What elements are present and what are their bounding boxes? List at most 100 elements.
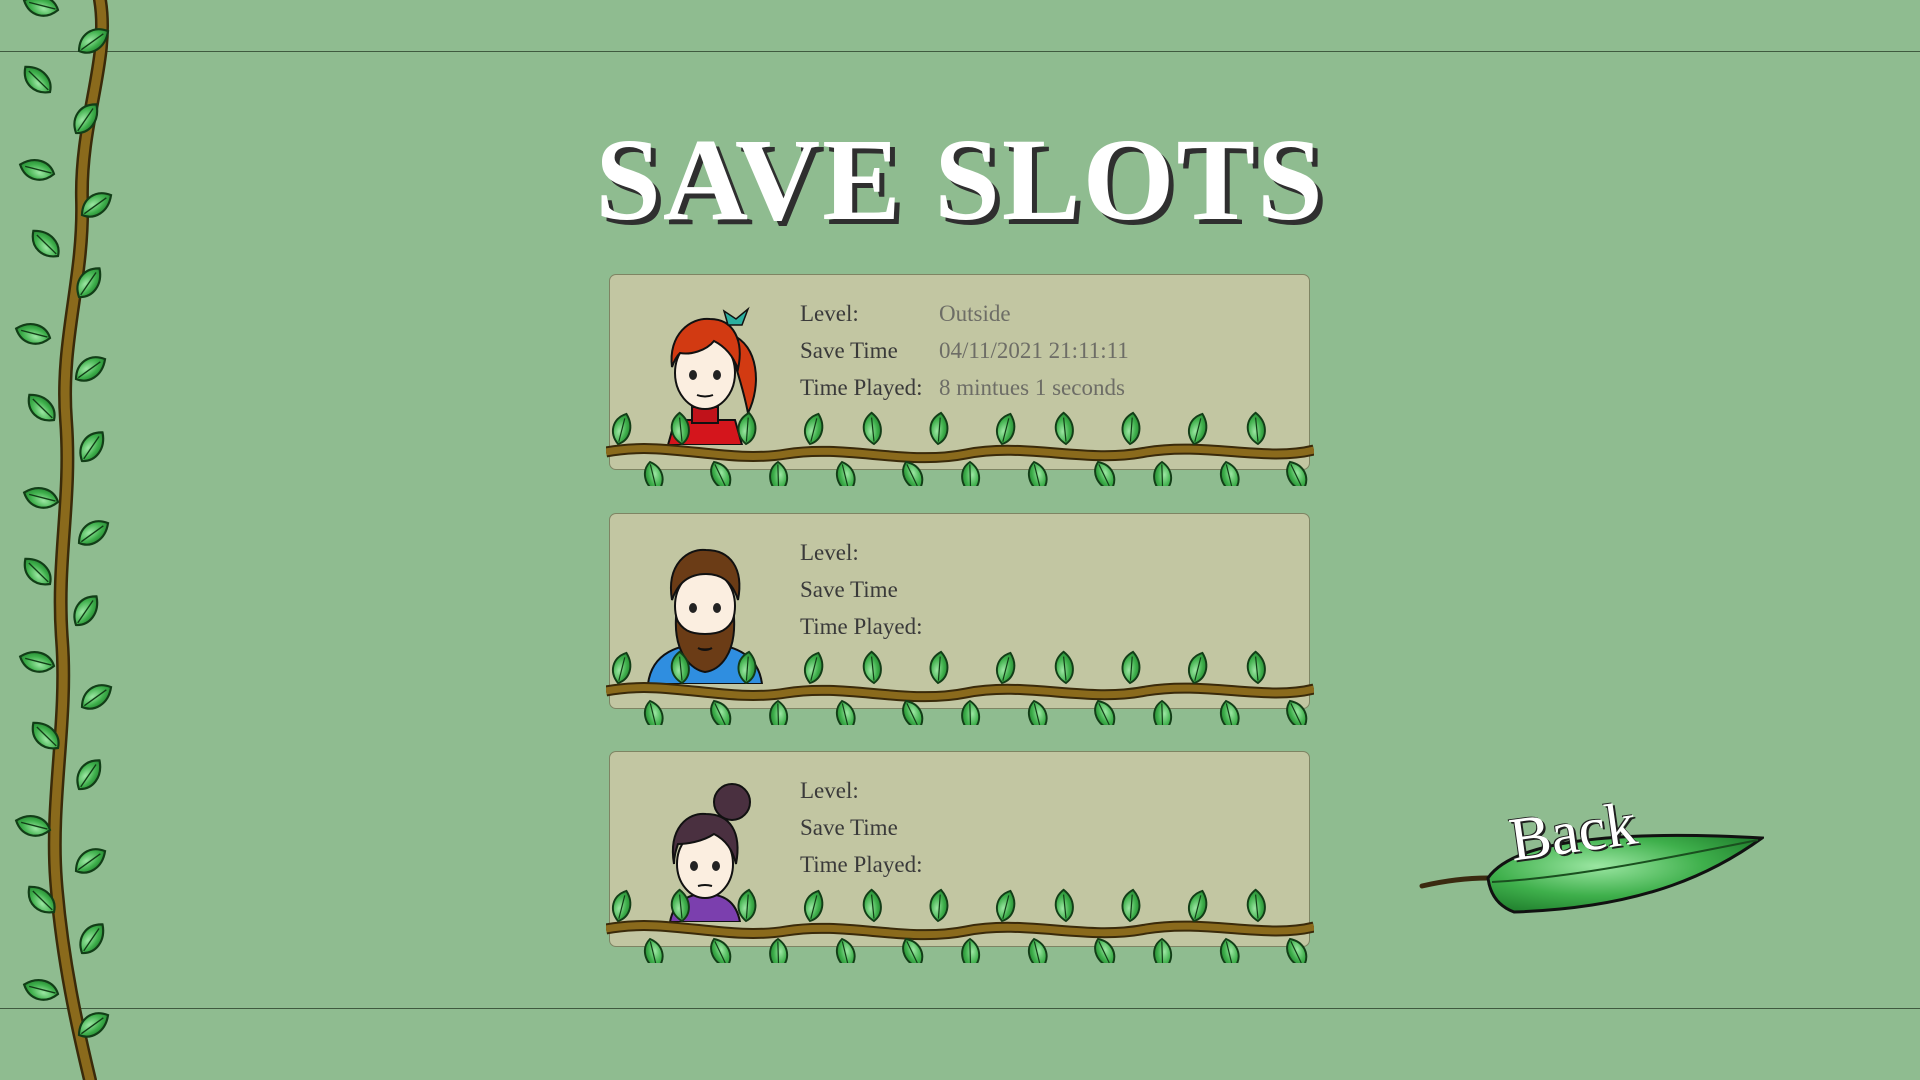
leaf-icon [926,410,952,447]
slot-info: Level: Save Time Time Played: [800,772,939,883]
level-label: Level: [800,777,859,803]
leaf-icon [1151,460,1174,486]
leaf-icon [11,809,54,842]
leaf-icon [1218,698,1242,725]
leaf-icon [1054,888,1074,922]
save-time-label: Save Time [800,814,898,840]
leaf-icon [642,698,666,725]
leaf-icon [15,645,58,678]
top-divider [0,51,1920,52]
leaf-icon [1026,698,1050,725]
leaf-icon [670,411,690,445]
leaf-icon [834,698,858,725]
leaf-icon [799,649,829,687]
leaf-icon [1026,459,1050,486]
leaf-icon [642,459,666,486]
bottom-divider [0,1008,1920,1009]
leaf-icon [1151,699,1174,725]
leaf-icon [670,650,690,684]
leaf-icon [862,650,882,684]
leaf-icon [1282,457,1312,486]
leaf-icon [1090,457,1120,486]
save-slot-1[interactable]: Level: Outside Save Time 04/11/2021 21:11:… [606,274,1314,486]
save-slot-3[interactable]: Level: Save Time Time Played: [606,751,1314,963]
leaf-icon [642,936,666,963]
leaf-icon [991,649,1021,687]
leaf-icon [72,917,112,960]
leaf-icon [1090,696,1120,725]
leaf-icon [607,649,637,687]
leaf-icon [17,551,58,593]
leaf-icon [959,699,982,725]
leaf-icon [1054,650,1074,684]
leaf-icon [834,459,858,486]
leaf-icon [834,936,858,963]
leaf-icon [1054,411,1074,445]
slot-info: Level: Outside Save Time 04/11/2021 21:11:… [800,295,1129,406]
slot-vine-decoration [606,649,1314,725]
leaf-icon [1282,934,1312,963]
save-time-label: Save Time [800,337,898,363]
leaf-icon [767,699,790,725]
leaf-icon [734,887,760,924]
leaf-icon [66,589,106,632]
page-title: SAVE SLOTS [595,114,1325,245]
leaf-icon [72,425,112,468]
leaf-icon [1183,649,1213,687]
leaf-icon [21,387,62,429]
leaf-icon [926,649,952,686]
leaf-icon [959,460,982,486]
leaf-icon [1183,887,1213,925]
leaf-icon [991,410,1021,448]
level-label: Level: [800,539,859,565]
leaf-icon [706,934,736,963]
leaf-icon [1118,649,1144,686]
leaf-icon [1026,936,1050,963]
leaf-icon [1218,936,1242,963]
leaf-icon [69,842,112,879]
back-button[interactable]: Back [1418,790,1764,920]
leaf-icon [799,887,829,925]
slot-vine-decoration [606,887,1314,963]
level-label: Level: [800,300,859,326]
time-played-value: 8 mintues 1 seconds [939,374,1125,400]
level-value: Outside [939,300,1011,326]
leaf-icon [1090,934,1120,963]
slot-info: Level: Save Time Time Played: [800,534,939,645]
leaf-icon [1246,888,1266,922]
leaf-icon [69,753,109,796]
save-slot-2[interactable]: Level: Save Time Time Played: [606,513,1314,725]
leaf-icon [11,317,54,350]
leaf-icon [862,411,882,445]
leaf-icon [1282,696,1312,725]
leaf-icon [19,973,62,1006]
leaf-icon [706,696,736,725]
leaf-icon [607,410,637,448]
leaf-icon [1183,410,1213,448]
leaf-icon [767,937,790,963]
leaf-icon [767,460,790,486]
leaf-icon [991,887,1021,925]
leaf-icon [926,887,952,924]
leaf-icon [670,888,690,922]
leaf-icon [72,514,115,551]
leaf-icon [862,888,882,922]
save-time-label: Save Time [800,576,898,602]
leaf-icon [75,678,118,715]
leaf-icon [1118,410,1144,447]
slot-vine-decoration [606,410,1314,486]
leaf-icon [607,887,637,925]
leaf-icon [799,410,829,448]
leaf-icon [19,0,62,22]
time-played-label: Time Played: [800,613,923,639]
leaf-icon [1246,650,1266,684]
leaf-icon [734,410,760,447]
leaf-icon [1118,887,1144,924]
leaf-icon [69,350,112,387]
leaf-icon [734,649,760,686]
leaf-icon [959,937,982,963]
save-time-value: 04/11/2021 21:11:11 [939,337,1129,363]
leaf-icon [1151,937,1174,963]
leaf-icon [706,457,736,486]
time-played-label: Time Played: [800,851,923,877]
